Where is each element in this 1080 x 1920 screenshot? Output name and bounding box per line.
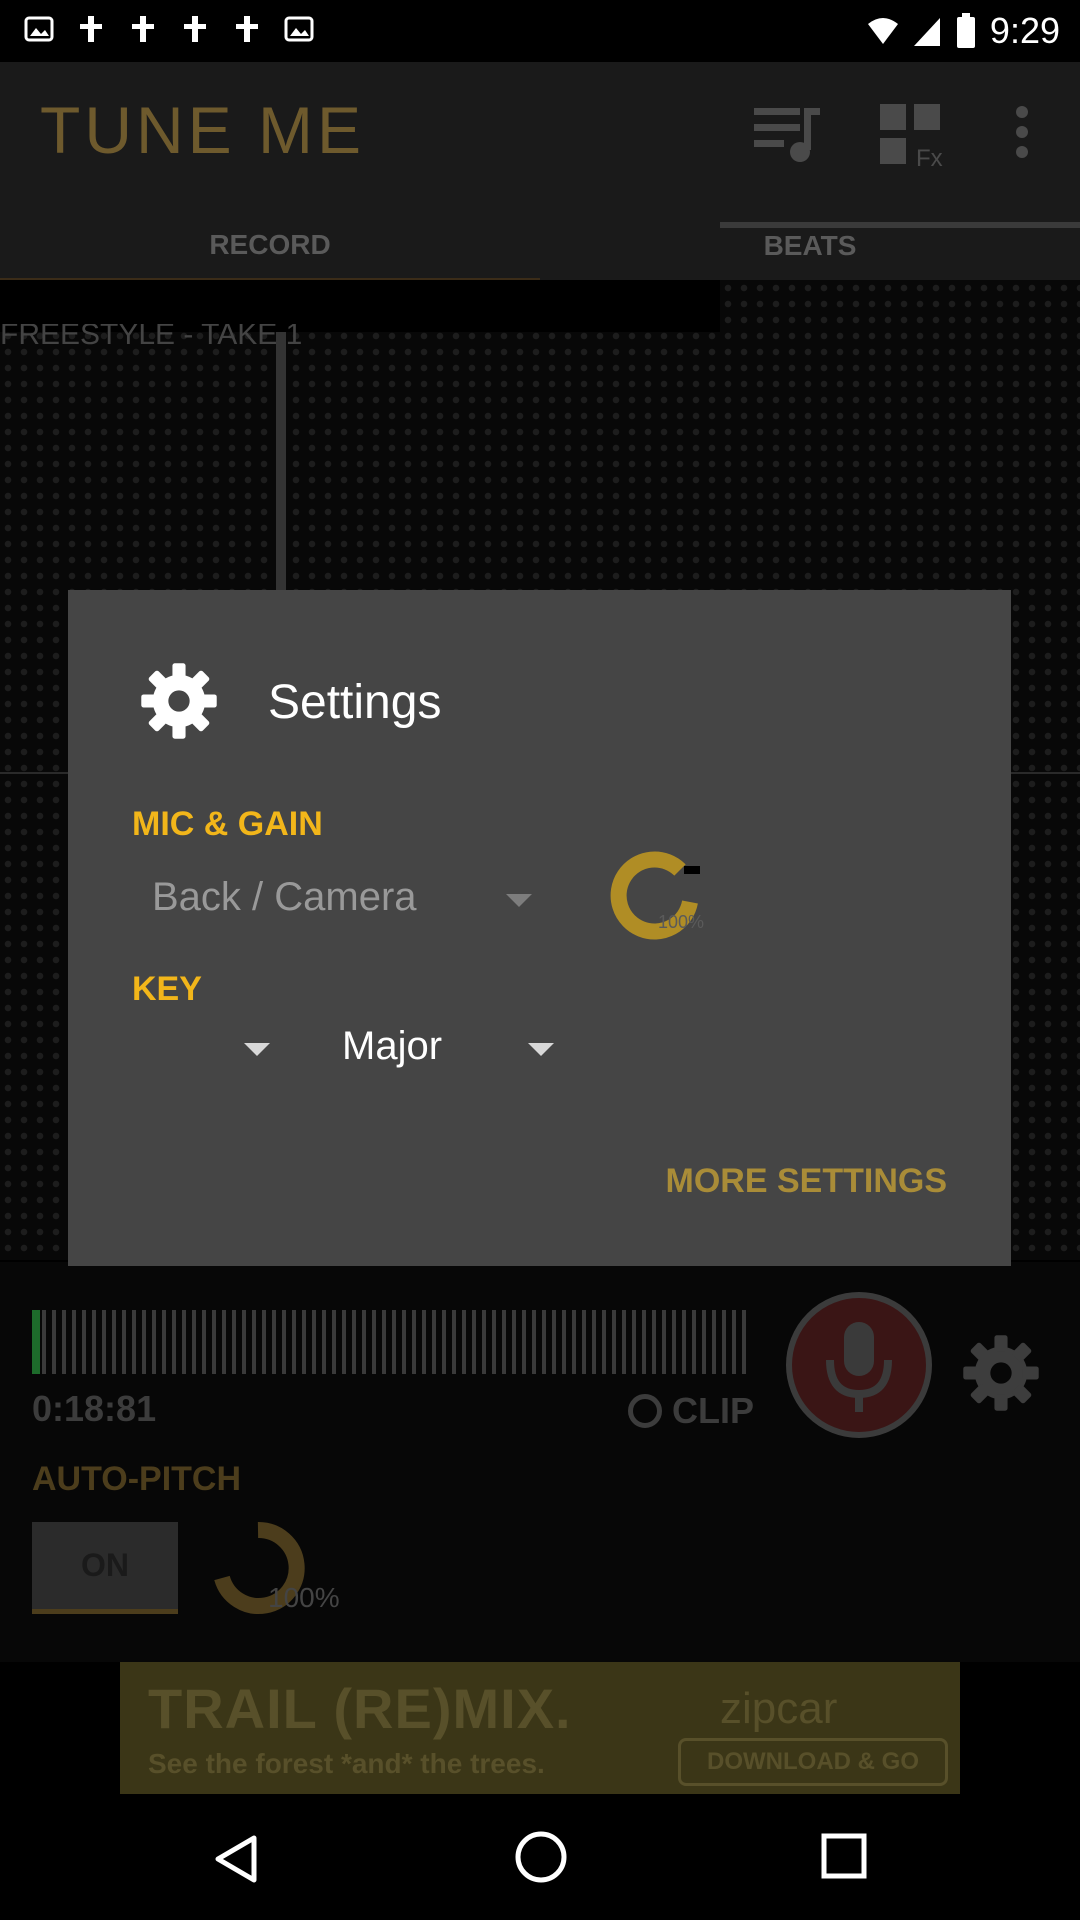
tune-me-notification-icon (80, 16, 102, 42)
more-settings-button[interactable]: MORE SETTINGS (666, 1162, 947, 1201)
fx-effects-icon[interactable]: Fx (878, 102, 948, 172)
tune-me-notification-icon-2 (132, 16, 154, 42)
tune-me-notification-icon-3 (184, 16, 206, 42)
autopitch-on-toggle[interactable]: ON (32, 1522, 178, 1614)
ad-banner[interactable]: TRAIL (RE)MIX. See the forest *and* the … (120, 1662, 960, 1794)
microphone-icon (826, 1322, 892, 1412)
ad-brand-logo: zipcar (720, 1684, 838, 1733)
pitch-strength-value: 100% (268, 1582, 340, 1613)
tune-me-notification-icon-4 (236, 16, 258, 42)
tab-record[interactable]: RECORD (0, 212, 540, 280)
key-scale-caret-icon (528, 1043, 554, 1056)
mic-source-caret-icon (506, 894, 532, 907)
dialog-title: Settings (268, 676, 442, 729)
system-nav-bar (0, 1794, 1080, 1920)
home-icon[interactable] (514, 1830, 568, 1884)
key-note-dropdown[interactable] (158, 1024, 248, 1074)
wifi-icon (867, 18, 898, 44)
mic-source-dropdown[interactable]: Back / Camera (152, 875, 417, 920)
clip-dot-icon (628, 1394, 662, 1428)
clip-indicator: CLIP (628, 1390, 754, 1432)
status-time: 9:29 (989, 10, 1060, 51)
autopitch-label: AUTO-PITCH (32, 1460, 242, 1498)
gain-knob[interactable]: 100% (600, 846, 710, 956)
settings-gear-icon (141, 663, 217, 739)
clip-label: CLIP (672, 1390, 755, 1431)
gallery-notification-icon (24, 16, 54, 42)
key-scale-dropdown[interactable]: Major (342, 1024, 442, 1069)
ad-cta-button[interactable]: DOWNLOAD & GO (678, 1738, 948, 1786)
key-note-caret-icon (244, 1043, 270, 1056)
notification-icons (24, 14, 314, 44)
app-title: TUNE ME (40, 93, 365, 167)
photo-notification-icon (284, 16, 314, 42)
level-meter (32, 1310, 752, 1374)
svg-text:Fx: Fx (916, 145, 943, 172)
overflow-menu-icon[interactable] (1012, 102, 1032, 162)
status-bar: 9:29 (0, 0, 1080, 62)
record-mic-button[interactable] (786, 1292, 932, 1438)
level-meter-fill (32, 1310, 40, 1374)
gain-value: 100% (658, 912, 704, 932)
mic-gain-label: MIC & GAIN (132, 805, 323, 843)
playlist-music-icon[interactable] (752, 102, 822, 164)
settings-dialog: Settings MIC & GAIN Back / Camera 100% K… (68, 590, 1011, 1266)
settings-gear-icon[interactable] (960, 1332, 1042, 1414)
app-bar: TUNE ME Fx RECORD BEATS (0, 62, 1080, 280)
status-right: 9:29 (867, 10, 1060, 52)
ad-headline: TRAIL (RE)MIX. (148, 1677, 572, 1740)
battery-icon (956, 13, 975, 48)
playhead-line[interactable] (276, 332, 286, 592)
signal-icon (913, 18, 940, 46)
recents-icon[interactable] (820, 1832, 868, 1880)
record-timer: 0:18:81 (32, 1388, 157, 1429)
back-icon[interactable] (212, 1834, 260, 1884)
ad-subline: See the forest *and* the trees. (148, 1748, 545, 1779)
tab-indicator (720, 222, 1080, 228)
key-label: KEY (132, 970, 202, 1008)
